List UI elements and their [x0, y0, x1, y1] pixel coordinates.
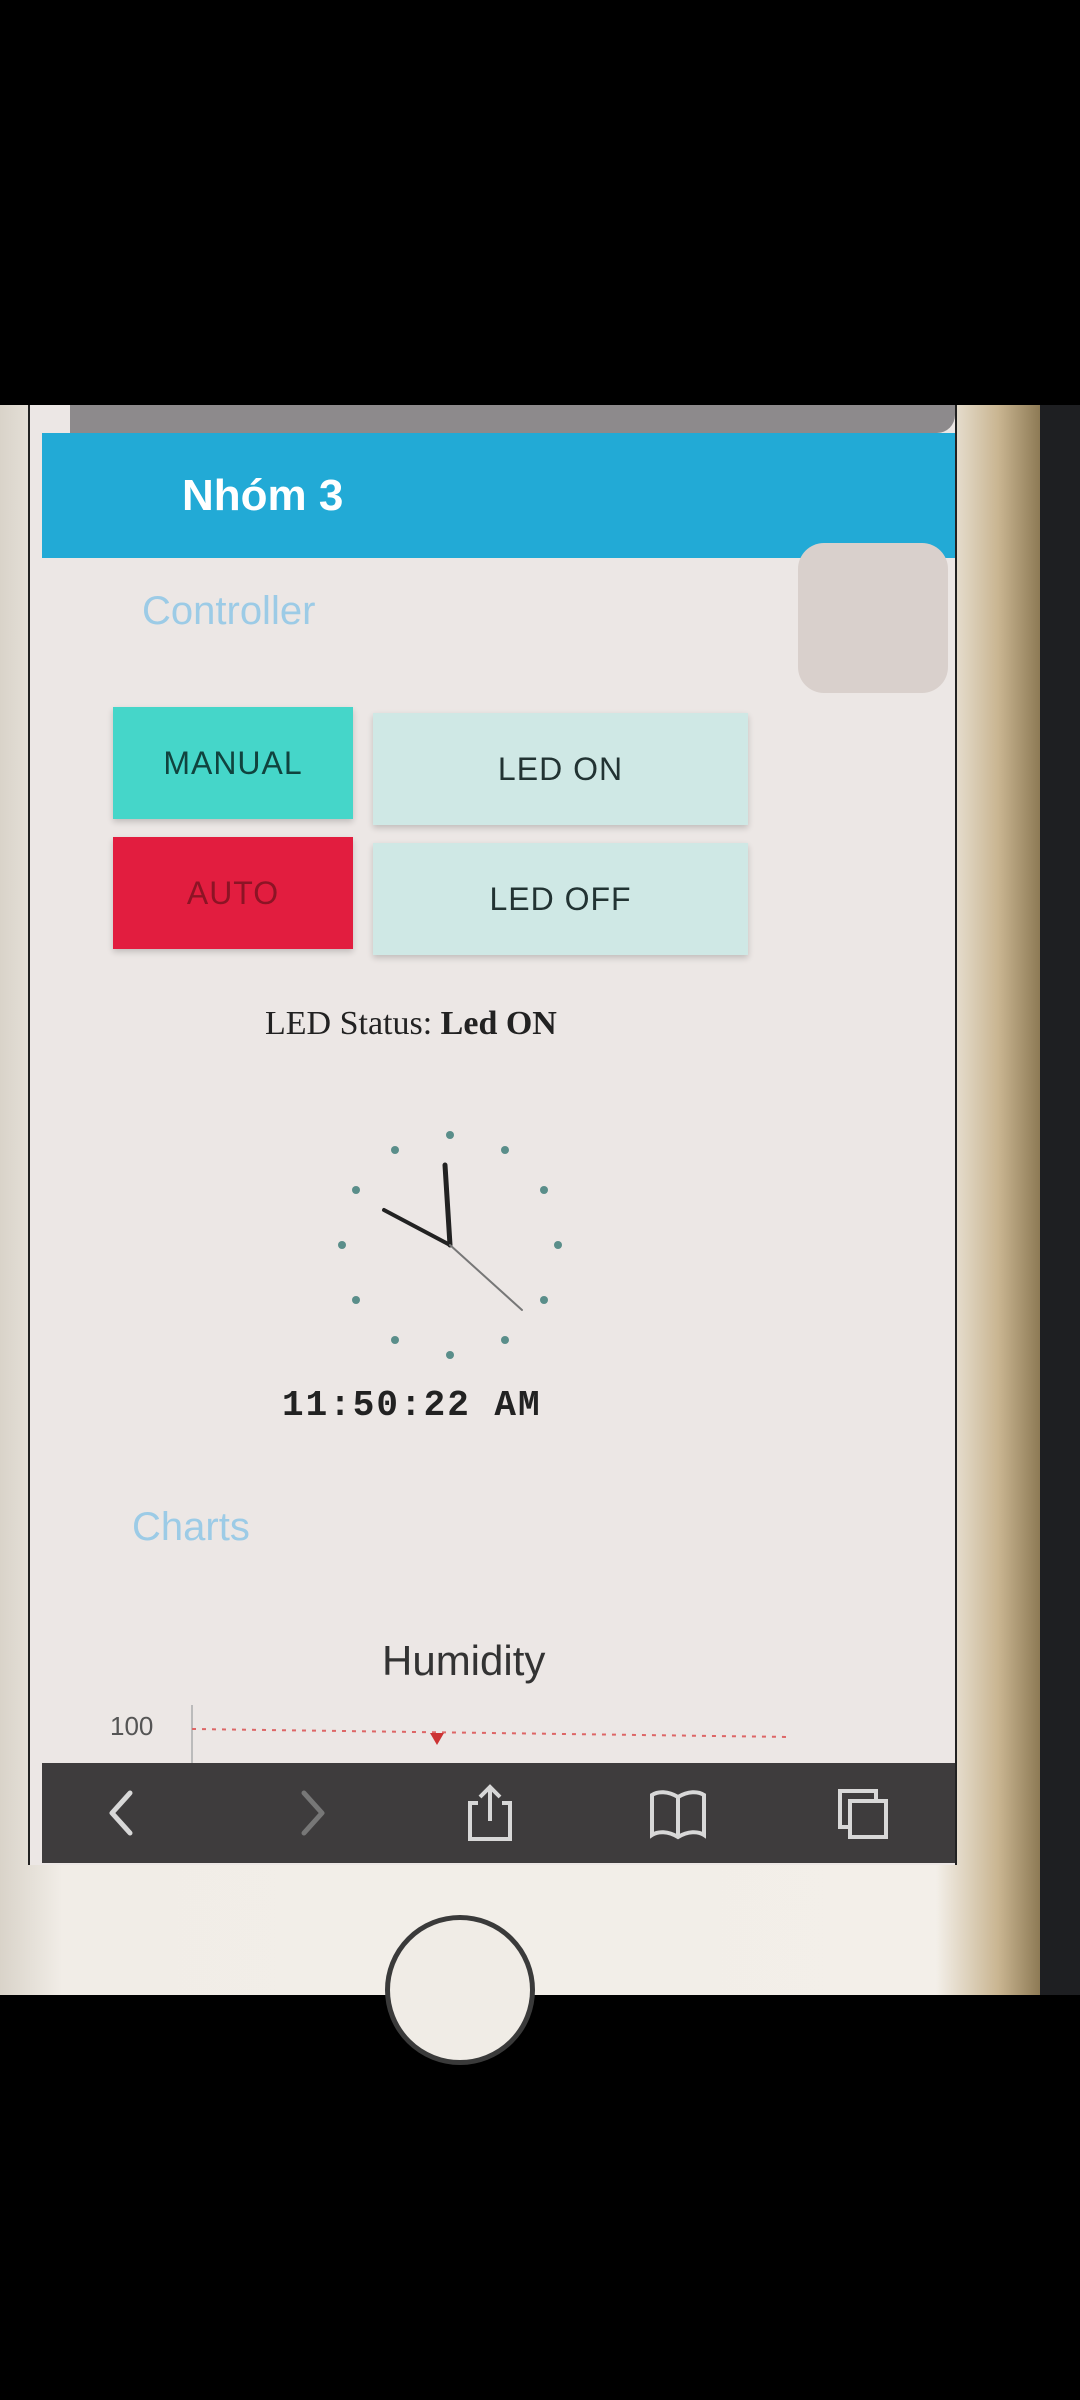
controller-section-title: Controller [142, 589, 316, 633]
chart-title: Humidity [382, 1637, 546, 1684]
analog-clock [338, 1131, 562, 1359]
led-on-button[interactable]: LED ON [373, 713, 748, 825]
bookmarks-icon [650, 1790, 706, 1840]
minute-hand [442, 1162, 453, 1248]
status-strip [70, 405, 955, 433]
led-off-button[interactable]: LED OFF [373, 843, 748, 955]
forward-icon [301, 1790, 325, 1836]
auto-button[interactable]: AUTO [113, 837, 353, 949]
page-title: Nhóm 3 [182, 471, 344, 520]
clock-dot [391, 1146, 399, 1154]
clock-dot [501, 1336, 509, 1344]
digital-time: 11:50:22 AM [282, 1385, 542, 1426]
home-button[interactable] [385, 1915, 535, 2065]
app-header: Nhóm 3 [42, 433, 955, 558]
led-status: LED Status: Led ON [265, 1005, 557, 1043]
tabs-icon [838, 1789, 888, 1839]
menu-button[interactable] [798, 543, 948, 693]
browser-toolbar [42, 1763, 955, 1863]
clock-dot [446, 1131, 454, 1139]
background-edge [1040, 405, 1080, 1995]
bookmarks-button[interactable] [638, 1777, 718, 1849]
second-hand [449, 1244, 523, 1311]
led-status-value: Led ON [440, 1005, 557, 1042]
led-status-label: LED Status: [265, 1005, 433, 1042]
share-icon [468, 1784, 512, 1841]
back-icon [109, 1790, 133, 1836]
clock-dot [338, 1241, 346, 1249]
manual-button[interactable]: MANUAL [113, 707, 353, 819]
clock-dot [352, 1186, 360, 1194]
back-button[interactable] [82, 1777, 162, 1849]
hour-hand [382, 1208, 452, 1247]
charts-section-title: Charts [132, 1505, 250, 1549]
forward-button[interactable] [272, 1777, 352, 1849]
clock-dot [501, 1146, 509, 1154]
share-button[interactable] [450, 1777, 530, 1849]
series-line [191, 1728, 791, 1738]
clock-dot [554, 1241, 562, 1249]
tabs-button[interactable] [824, 1777, 904, 1849]
clock-dot [352, 1296, 360, 1304]
phone-screen: Nhóm 3 Controller MANUAL LED ON AUTO LED… [28, 405, 957, 1865]
clock-dot [446, 1351, 454, 1359]
clock-dot [391, 1336, 399, 1344]
clock-dot [540, 1296, 548, 1304]
clock-dot [540, 1186, 548, 1194]
data-marker [430, 1733, 444, 1745]
